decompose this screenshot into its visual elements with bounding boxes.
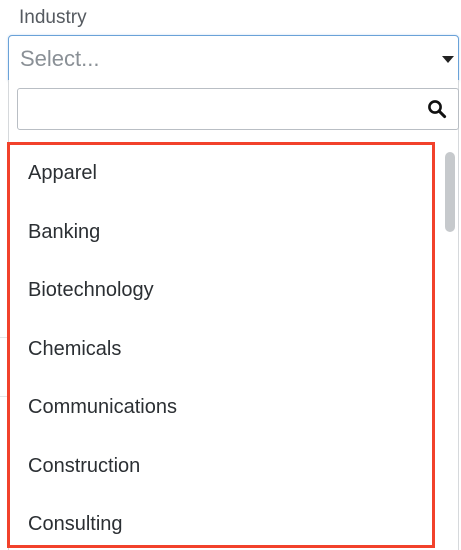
- industry-label: Industry: [19, 7, 87, 28]
- dropdown-search-box[interactable]: [17, 88, 459, 130]
- option-chemicals[interactable]: Chemicals: [10, 320, 458, 379]
- option-construction[interactable]: Construction: [10, 437, 458, 496]
- options-list[interactable]: Apparel Banking Biotechnology Chemicals …: [10, 144, 458, 550]
- option-banking[interactable]: Banking: [10, 203, 458, 262]
- option-biotechnology[interactable]: Biotechnology: [10, 261, 458, 320]
- search-icon: [428, 100, 447, 119]
- option-communications[interactable]: Communications: [10, 378, 458, 437]
- background-divider: [0, 337, 8, 338]
- industry-select[interactable]: Select...: [8, 35, 459, 81]
- dropdown-search-input[interactable]: [22, 92, 426, 128]
- industry-dropdown: Apparel Banking Biotechnology Chemicals …: [8, 80, 459, 550]
- option-consulting[interactable]: Consulting: [10, 495, 458, 550]
- scrollbar-thumb[interactable]: [445, 152, 455, 232]
- select-placeholder: Select...: [20, 46, 100, 71]
- caret-down-icon[interactable]: [442, 56, 454, 63]
- option-apparel[interactable]: Apparel: [10, 144, 458, 203]
- industry-select-screen: Industry Select... Apparel Banking Biote…: [0, 0, 461, 550]
- options-scrollbar[interactable]: [444, 152, 456, 548]
- background-divider: [0, 396, 8, 397]
